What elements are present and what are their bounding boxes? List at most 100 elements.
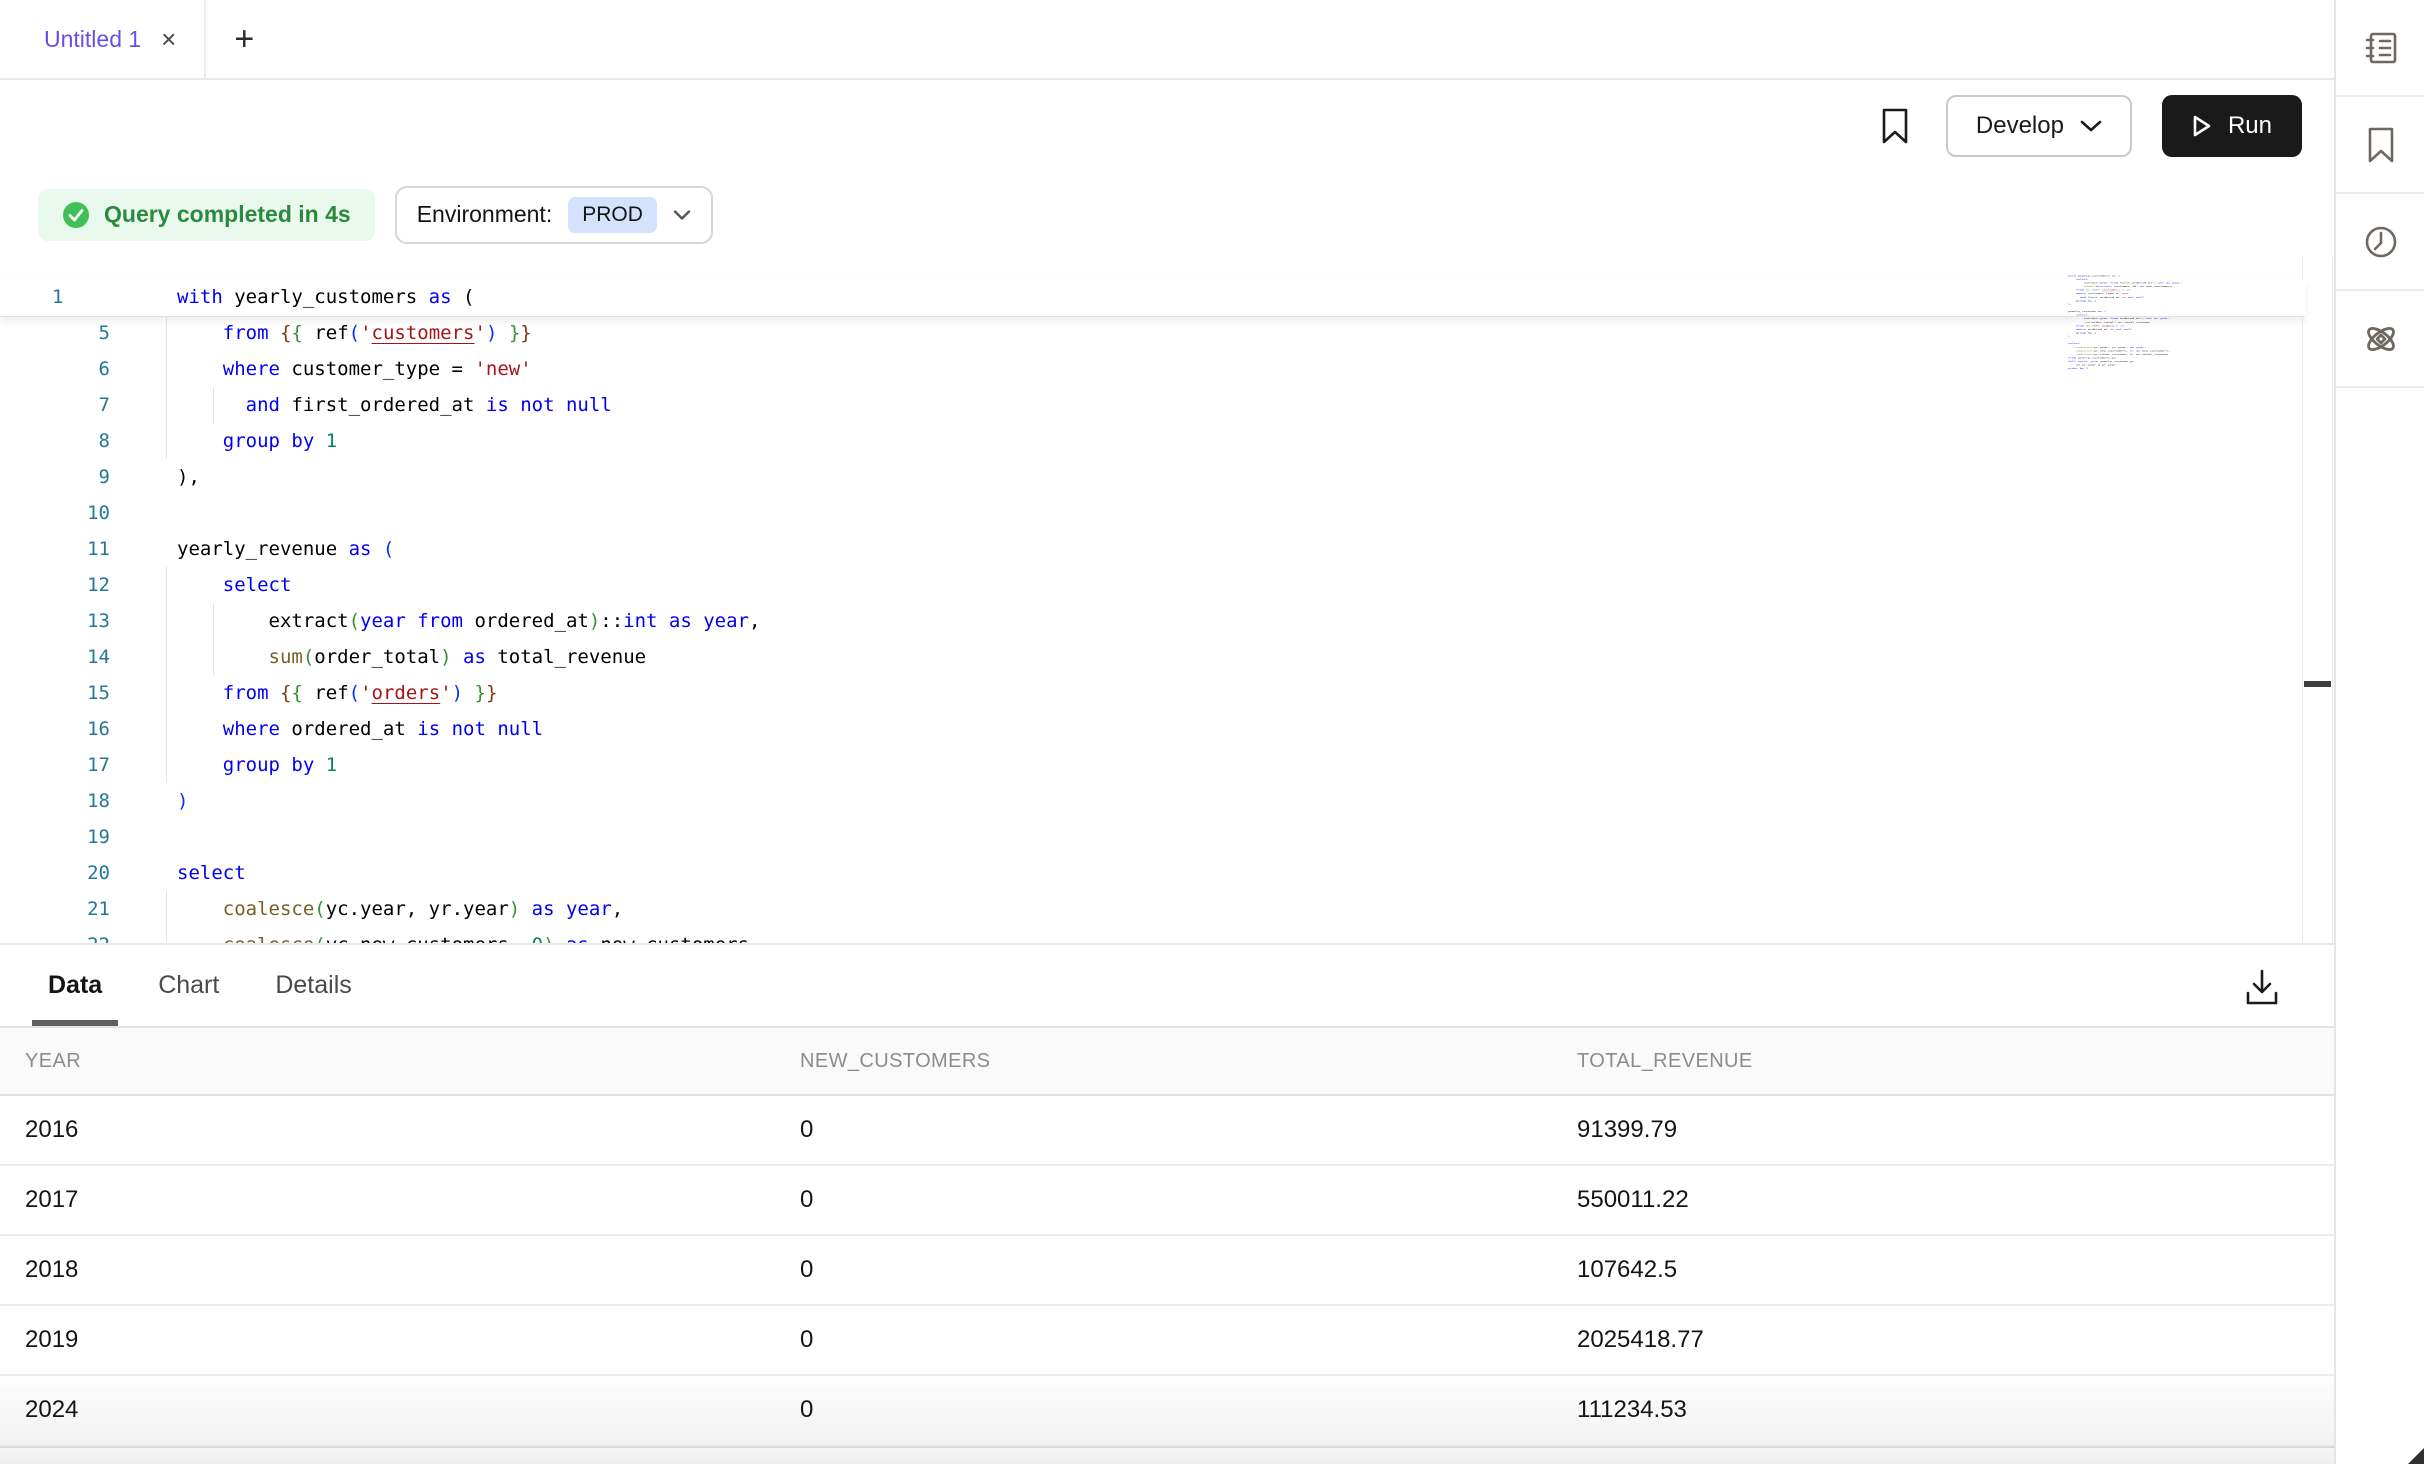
code-line: 20select (0, 855, 2305, 891)
table-row[interactable]: 20170550011.22 (0, 1166, 2334, 1236)
column-header-total-revenue: TOTAL_REVENUE (1552, 1050, 2334, 1073)
line-code: coalesce(yc.year, yr.year) as year, (110, 891, 623, 927)
line-code: extract(year from ordered_at)::int as ye… (110, 603, 760, 639)
line-code: sum(order_total) as total_revenue (110, 639, 646, 675)
code-line: 7 and first_ordered_at is not null (0, 387, 2305, 423)
indent-guide (166, 891, 167, 943)
sidebar-lineage-button[interactable] (2336, 291, 2424, 388)
app-window: Untitled 1 × + Develop (0, 0, 2424, 1464)
environment-badge: PROD (568, 197, 657, 233)
minimap[interactable]: with yearly_customers as ( select extrac… (2068, 274, 2186, 379)
tab-details[interactable]: Details (259, 945, 367, 1026)
history-clock-icon (2362, 223, 2400, 261)
code-line: 8 group by 1 (0, 423, 2305, 459)
minimap-code: with yearly_customers as ( select extrac… (2068, 274, 2186, 370)
line-code: yearly_revenue as ( (110, 531, 394, 567)
table-row[interactable]: 20180107642.5 (0, 1236, 2334, 1306)
code-line: 16 where ordered_at is not null (0, 711, 2305, 747)
indent-guide (166, 315, 167, 459)
line-code: and first_ordered_at is not null (110, 387, 612, 423)
code-line: 11yearly_revenue as ( (0, 531, 2305, 567)
table-cell: 91399.79 (1552, 1116, 2334, 1144)
table-cell: 2025418.77 (1552, 1326, 2334, 1354)
line-number: 8 (0, 423, 110, 459)
line-code: group by 1 (110, 747, 337, 783)
code-line: 18) (0, 783, 2305, 819)
line-code (110, 495, 177, 531)
line-number: 12 (0, 567, 110, 603)
column-header-year: YEAR (0, 1050, 775, 1073)
bookmark-icon (1880, 108, 1910, 144)
line-number: 21 (0, 891, 110, 927)
bookmark-icon (2365, 126, 2397, 164)
line-code: ) (110, 783, 188, 819)
results-panel: Data Chart Details YEAR NEW_CUSTOMERS (0, 943, 2334, 1464)
code-line: 21 coalesce(yc.year, yr.year) as year, (0, 891, 2305, 927)
download-results-button[interactable] (2236, 959, 2288, 1015)
play-icon (2192, 114, 2212, 138)
run-button-label: Run (2228, 112, 2272, 140)
line-number: 10 (0, 495, 110, 531)
download-icon (2244, 967, 2280, 1007)
develop-button[interactable]: Develop (1946, 95, 2132, 157)
code-line: 13 extract(year from ordered_at)::int as… (0, 603, 2305, 639)
line-number: 19 (0, 819, 110, 855)
close-icon[interactable]: × (161, 26, 176, 52)
tab-data[interactable]: Data (32, 945, 118, 1026)
table-cell: 2019 (0, 1326, 775, 1354)
line-code: select (110, 567, 291, 603)
sticky-scroll-line: 1 with yearly_customers as ( (0, 279, 2305, 317)
line-code: group by 1 (110, 423, 337, 459)
query-status-pill: Query completed in 4s (38, 189, 375, 241)
new-tab-button[interactable]: + (206, 0, 282, 78)
table-row[interactable]: 2016091399.79 (0, 1096, 2334, 1166)
table-cell: 0 (775, 1116, 1552, 1144)
sidebar-notebook-button[interactable] (2336, 0, 2424, 97)
line-code: where ordered_at is not null (110, 711, 543, 747)
table-cell: 2016 (0, 1116, 775, 1144)
line-code: from {{ ref('orders') }} (110, 675, 497, 711)
editor-tab-bar: Untitled 1 × + (0, 0, 2334, 80)
table-cell: 111234.53 (1552, 1396, 2334, 1424)
environment-label: Environment: (417, 201, 553, 228)
table-cell: 2017 (0, 1186, 775, 1214)
status-row: Query completed in 4s Environment: PROD (0, 172, 2334, 257)
line-number: 15 (0, 675, 110, 711)
column-header-new-customers: NEW_CUSTOMERS (775, 1050, 1552, 1073)
editor-scrollbar-track[interactable] (2302, 257, 2333, 943)
line-code: coalesce(yc.new_customers, 0) as new_cus… (110, 927, 760, 943)
sidebar-history-button[interactable] (2336, 194, 2424, 291)
editor-scrollbar-thumb[interactable] (2304, 681, 2331, 687)
file-tab-untitled-1[interactable]: Untitled 1 × (0, 0, 206, 78)
bookmark-button[interactable] (1874, 102, 1916, 150)
table-row[interactable]: 20240111234.53 (0, 1376, 2334, 1446)
table-cell: 0 (775, 1186, 1552, 1214)
line-number: 5 (0, 315, 110, 351)
line-number: 14 (0, 639, 110, 675)
code-line: 14 sum(order_total) as total_revenue (0, 639, 2305, 675)
code-line: 6 where customer_type = 'new' (0, 351, 2305, 387)
table-header: YEAR NEW_CUSTOMERS TOTAL_REVENUE (0, 1026, 2334, 1096)
code-line: 9), (0, 459, 2305, 495)
line-number: 11 (0, 531, 110, 567)
tab-chart[interactable]: Chart (142, 945, 235, 1026)
code-lines: 5 from {{ ref('customers') }}6 where cus… (0, 315, 2305, 943)
sidebar-bookmarks-button[interactable] (2336, 97, 2424, 194)
line-number: 7 (0, 387, 110, 423)
run-button[interactable]: Run (2162, 95, 2302, 157)
line-code: from {{ ref('customers') }} (110, 315, 532, 351)
sticky-line-code: with yearly_customers as ( (110, 279, 474, 316)
line-code (110, 819, 177, 855)
chevron-down-icon (2080, 119, 2102, 133)
code-line: 15 from {{ ref('orders') }} (0, 675, 2305, 711)
line-number: 17 (0, 747, 110, 783)
environment-selector[interactable]: Environment: PROD (395, 186, 713, 244)
table-row[interactable]: 201902025418.77 (0, 1306, 2334, 1376)
sidebar-filler (2336, 388, 2424, 1464)
right-sidebar (2334, 0, 2424, 1464)
sql-editor[interactable]: 5 from {{ ref('customers') }}6 where cus… (0, 257, 2334, 943)
table-cell: 2018 (0, 1256, 775, 1284)
table-cell: 0 (775, 1396, 1552, 1424)
table-body: 2016091399.7920170550011.2220180107642.5… (0, 1096, 2334, 1446)
code-line: 19 (0, 819, 2305, 855)
